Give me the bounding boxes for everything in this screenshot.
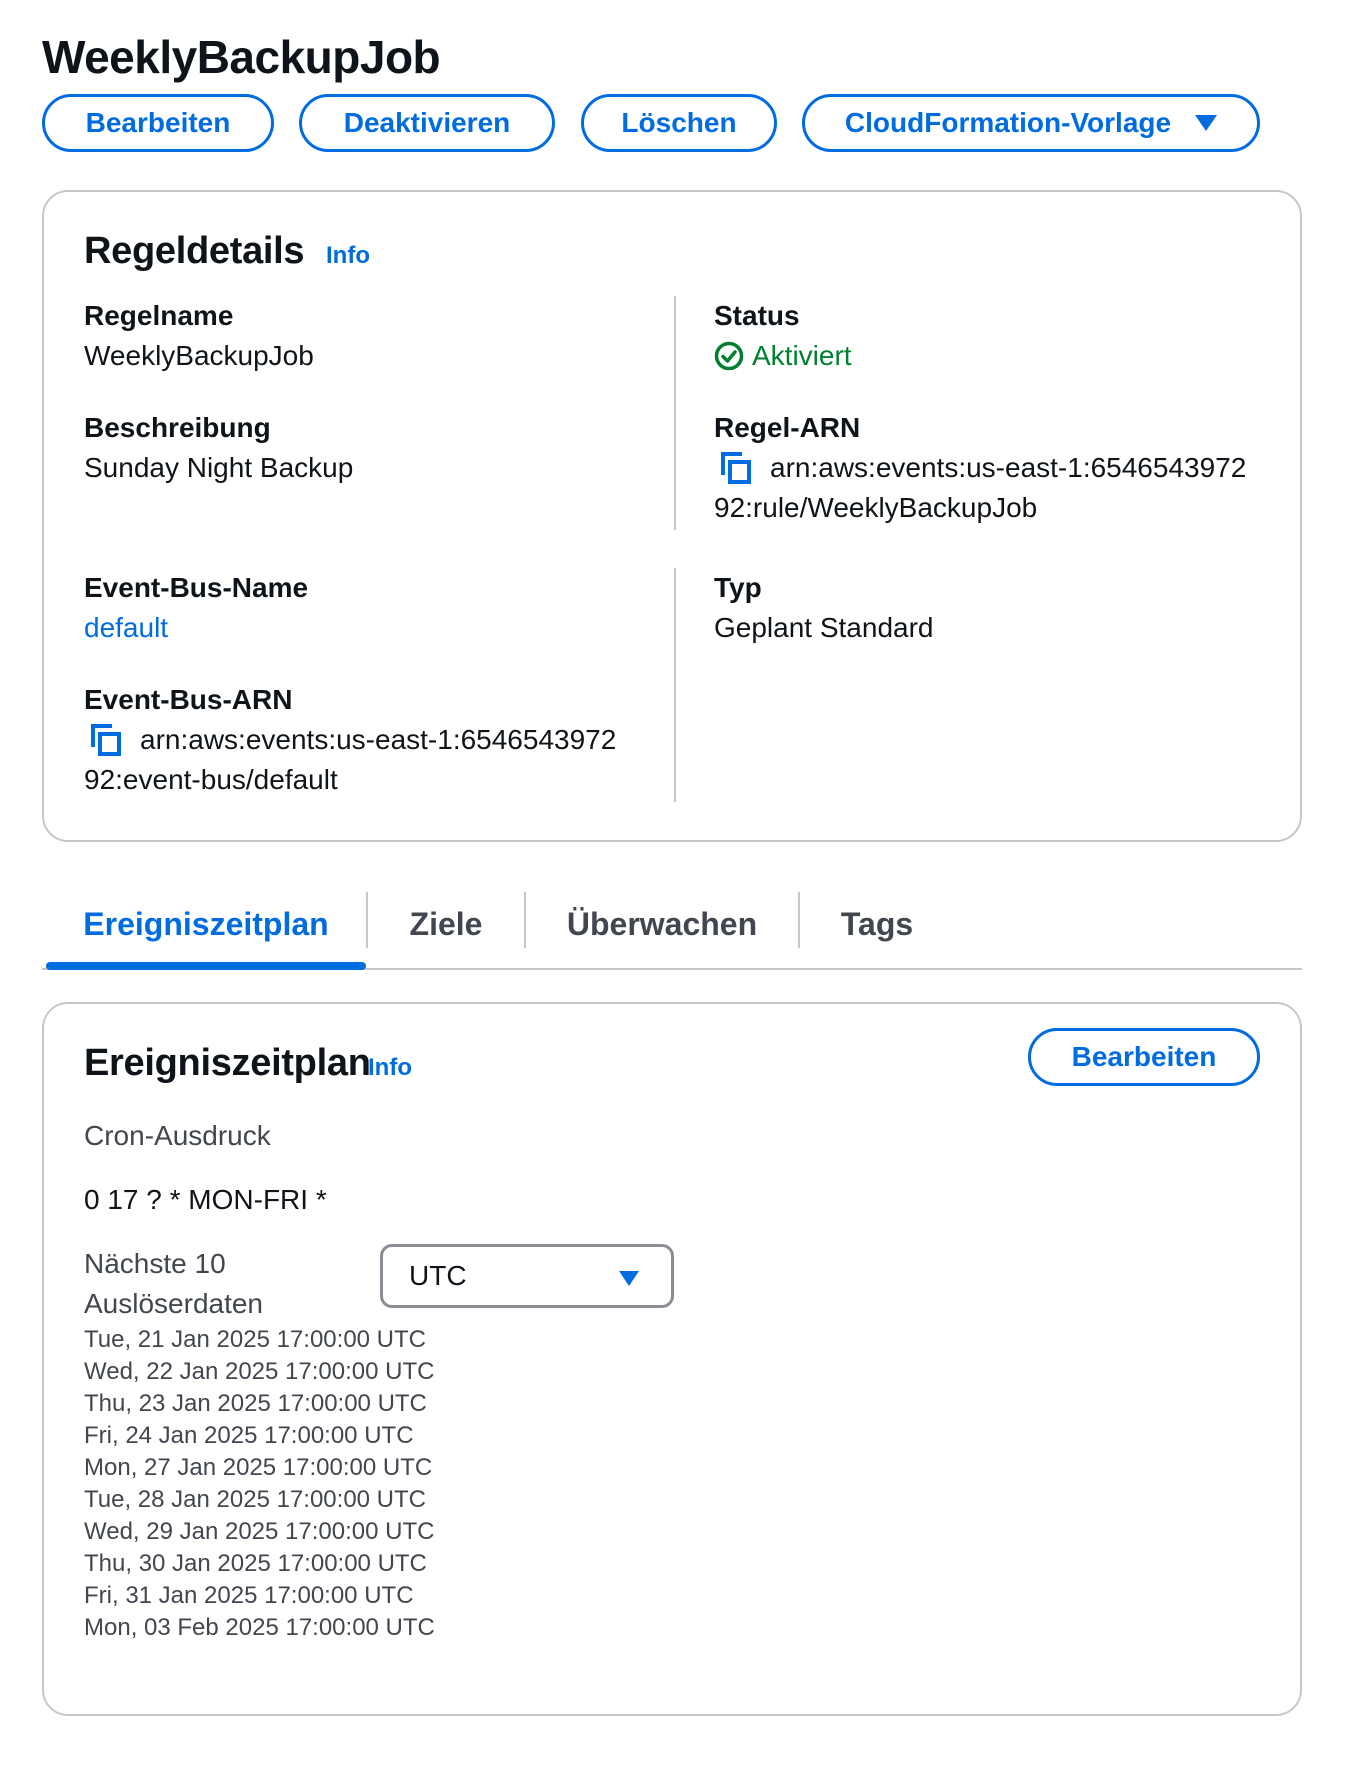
trigger-date: Wed, 22 Jan 2025 17:00:00 UTC [84,1358,435,1385]
description-value: Sunday Night Backup [84,452,354,483]
action-toolbar: Bearbeiten Deaktivieren Löschen CloudFor… [42,94,1302,158]
type-value: Geplant Standard [714,612,934,643]
copy-icon[interactable] [90,723,122,757]
trigger-date: Wed, 29 Jan 2025 17:00:00 UTC [84,1518,435,1545]
event-schedule-title: Ereigniszeitplan [84,1042,371,1084]
trigger-date: Tue, 28 Jan 2025 17:00:00 UTC [84,1486,426,1513]
column-divider [674,296,676,530]
event-bus-name-link[interactable]: default [84,612,168,643]
trigger-date: Tue, 21 Jan 2025 17:00:00 UTC [84,1326,426,1353]
tab-monitoring[interactable]: Überwachen [526,880,798,968]
trigger-date: Thu, 23 Jan 2025 17:00:00 UTC [84,1390,427,1417]
rule-arn-label: Regel-ARN [714,412,861,443]
schedule-edit-button[interactable]: Bearbeiten [1028,1028,1260,1086]
rule-arn-value-continued: 92:rule/WeeklyBackupJob [714,492,1038,523]
trigger-date: Thu, 30 Jan 2025 17:00:00 UTC [84,1550,427,1577]
trigger-dates-list: Tue, 21 Jan 2025 17:00:00 UTC Wed, 22 Ja… [84,1324,435,1644]
caret-down-icon [1195,115,1218,131]
rule-name-value: WeeklyBackupJob [84,340,314,371]
cloudformation-template-label: CloudFormation-Vorlage [844,107,1172,138]
next-trigger-dates-label-line: Nächste 10 [84,1248,226,1279]
rule-arn-line: arn:aws:events:us-east-1:6546543972 [714,448,1246,488]
tab-targets[interactable]: Ziele [368,880,524,968]
rule-arn-value: arn:aws:events:us-east-1:6546543972 [770,452,1247,483]
timezone-select-value: UTC [409,1260,467,1291]
tab-tags[interactable]: Tags [800,880,954,968]
active-tab-indicator [46,962,366,970]
event-bus-arn-label: Event-Bus-ARN [84,684,293,715]
disable-button[interactable]: Deaktivieren [299,94,555,152]
delete-button[interactable]: Löschen [581,94,777,152]
rule-details-title: Regeldetails [84,230,305,272]
next-trigger-dates-label: Nächste 10 Auslöserdaten [84,1244,263,1324]
column-divider [674,568,676,802]
event-bus-arn-value: arn:aws:events:us-east-1:6546543972 [140,724,617,755]
next-trigger-dates-label-line: Auslöserdaten [84,1288,264,1319]
description-label: Beschreibung [84,412,271,443]
event-bus-arn-line: arn:aws:events:us-east-1:6546543972 [84,720,616,760]
event-bus-arn-value-continued: 92:event-bus/default [84,764,338,795]
edit-button[interactable]: Bearbeiten [42,94,274,152]
rule-details-card: Regeldetails Info Regelname WeeklyBackup… [42,190,1302,842]
status-text: Aktiviert [752,340,852,371]
page-title: WeeklyBackupJob [42,31,441,83]
trigger-date: Fri, 24 Jan 2025 17:00:00 UTC [84,1422,414,1449]
rule-details-info-link[interactable]: Info [326,242,370,270]
rule-name-label: Regelname [84,300,234,331]
check-circle-icon [714,341,744,371]
trigger-date: Mon, 27 Jan 2025 17:00:00 UTC [84,1454,433,1481]
trigger-date: Mon, 03 Feb 2025 17:00:00 UTC [84,1614,435,1641]
trigger-date: Fri, 31 Jan 2025 17:00:00 UTC [84,1582,414,1609]
cloudformation-template-dropdown[interactable]: CloudFormation-Vorlage [802,94,1260,152]
timezone-select[interactable]: UTC [380,1244,674,1308]
event-schedule-info-link[interactable]: Info [368,1054,412,1082]
tab-bar: Ereigniszeitplan Ziele Überwachen Tags [42,880,1302,970]
event-schedule-card: Ereigniszeitplan Info Bearbeiten Cron-Au… [42,1002,1302,1716]
status-value: Aktiviert [714,336,852,376]
cron-expression-value: 0 17 ? * MON-FRI * [84,1184,327,1215]
copy-icon[interactable] [720,451,752,485]
caret-down-icon [619,1271,639,1286]
tab-event-schedule[interactable]: Ereigniszeitplan [46,880,366,968]
cron-expression-label: Cron-Ausdruck [84,1120,271,1151]
status-label: Status [714,300,800,331]
event-bus-name-label: Event-Bus-Name [84,572,309,603]
type-label: Typ [714,572,762,603]
